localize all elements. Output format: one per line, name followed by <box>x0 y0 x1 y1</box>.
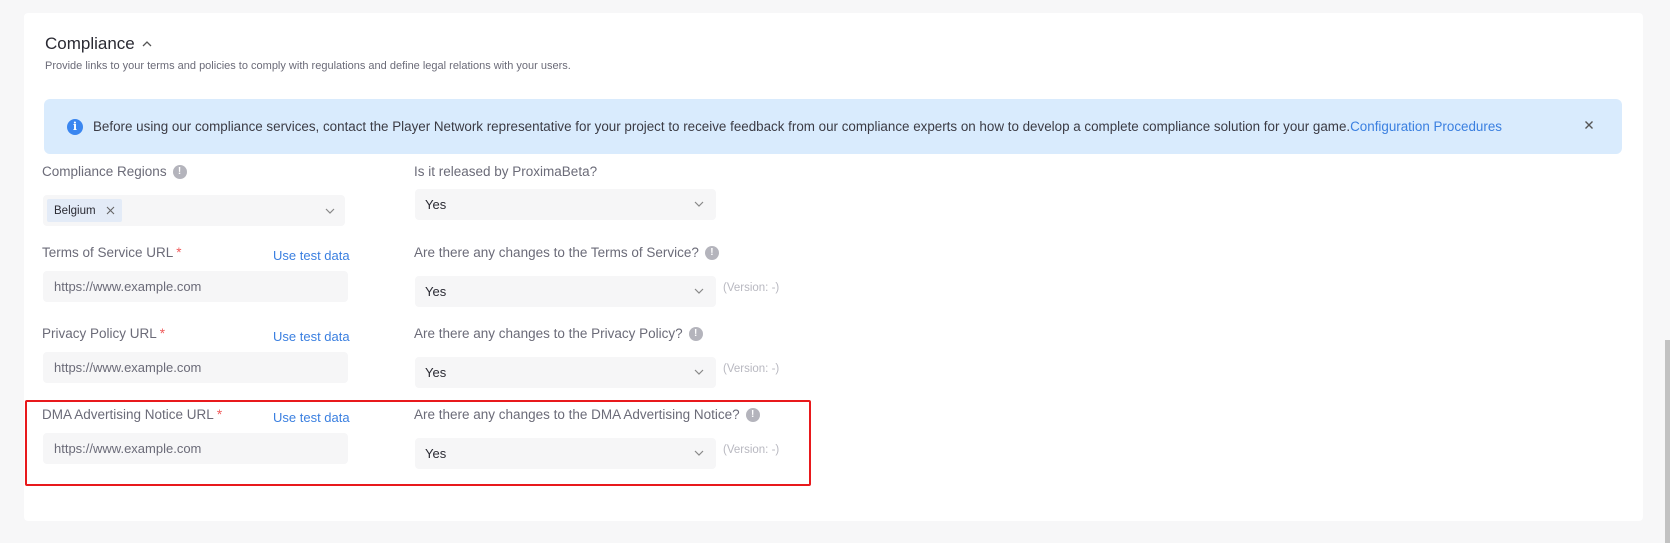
alert-message: Before using our compliance services, co… <box>93 119 1502 134</box>
compliance-regions-label: Compliance Regions ! <box>42 164 187 179</box>
released-by-label-text: Is it released by ProximaBeta? <box>414 164 598 179</box>
compliance-regions-label-text: Compliance Regions <box>42 164 167 179</box>
privacy-url-label: Privacy Policy URL * <box>42 326 165 341</box>
privacy-version: (Version: -) <box>723 363 780 375</box>
info-exclamation-icon[interactable]: ! <box>172 164 187 179</box>
released-by-value: Yes <box>425 197 447 212</box>
remove-tag-icon[interactable] <box>106 206 115 215</box>
chevron-up-icon <box>142 41 152 47</box>
info-icon: i <box>67 118 83 135</box>
configuration-procedures-link[interactable]: Configuration Procedures <box>1350 119 1502 134</box>
tos-changes-value: Yes <box>425 284 447 299</box>
privacy-changes-label-text: Are there any changes to the Privacy Pol… <box>414 326 683 341</box>
released-by-label: Is it released by ProximaBeta? <box>414 164 597 179</box>
dma-highlight-box <box>25 400 811 486</box>
privacy-changes-label: Are there any changes to the Privacy Pol… <box>414 326 703 341</box>
chevron-down-icon <box>694 369 704 375</box>
privacy-url-label-text: Privacy Policy URL <box>42 326 157 341</box>
info-exclamation-icon[interactable]: ! <box>704 245 719 260</box>
compliance-alert: i Before using our compliance services, … <box>44 99 1622 154</box>
tos-url-label-text: Terms of Service URL <box>42 245 174 260</box>
privacy-changes-select[interactable]: Yes <box>415 357 716 388</box>
tos-changes-label: Are there any changes to the Terms of Se… <box>414 245 719 260</box>
alert-text: Before using our compliance services, co… <box>93 119 1351 134</box>
tos-version: (Version: -) <box>723 282 780 294</box>
privacy-url-input[interactable] <box>43 352 348 383</box>
compliance-regions-select[interactable]: Belgium <box>43 195 345 226</box>
privacy-changes-value: Yes <box>425 365 447 380</box>
privacy-use-test-data-link[interactable]: Use test data <box>273 329 350 344</box>
required-mark: * <box>176 245 182 260</box>
section-description: Provide links to your terms and policies… <box>45 60 571 72</box>
region-tag-label: Belgium <box>54 204 96 217</box>
region-tag-belgium: Belgium <box>47 199 122 222</box>
tos-url-input[interactable] <box>43 271 348 302</box>
compliance-section-toggle[interactable]: Compliance <box>45 34 153 54</box>
info-exclamation-icon[interactable]: ! <box>688 326 703 341</box>
chevron-down-icon <box>694 288 704 294</box>
vertical-scrollbar[interactable] <box>1665 340 1670 543</box>
chevron-down-icon <box>325 208 335 214</box>
tos-use-test-data-link[interactable]: Use test data <box>273 248 350 263</box>
section-title: Compliance <box>45 34 135 53</box>
required-mark: * <box>159 326 166 341</box>
close-icon[interactable] <box>1582 118 1596 132</box>
chevron-down-icon <box>694 201 704 207</box>
tos-changes-select[interactable]: Yes <box>415 276 716 307</box>
tos-changes-label-text: Are there any changes to the Terms of Se… <box>414 245 699 260</box>
released-by-select[interactable]: Yes <box>415 189 716 220</box>
tos-url-label: Terms of Service URL * <box>42 245 182 260</box>
